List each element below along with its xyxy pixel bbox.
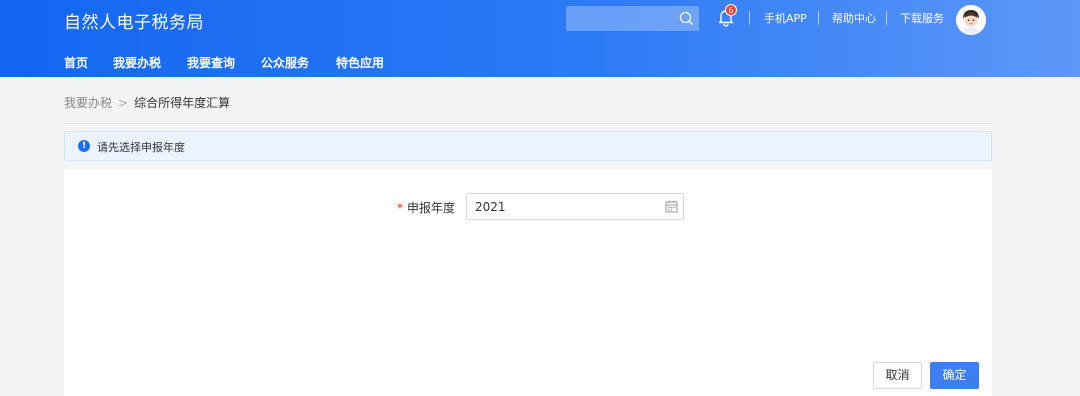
nav-featured-apps[interactable]: 特色应用 <box>336 54 384 71</box>
info-icon: ! <box>78 140 90 152</box>
nav-public-service[interactable]: 公众服务 <box>261 54 309 71</box>
confirm-button[interactable]: 确定 <box>930 362 979 389</box>
breadcrumb-current: 综合所得年度汇算 <box>134 96 231 110</box>
tax-year-picker[interactable]: 2021 <box>466 193 684 220</box>
notification-badge: 6 <box>725 4 737 16</box>
header-divider <box>749 11 750 25</box>
site-logo-title[interactable]: 自然人电子税务局 <box>64 8 204 33</box>
breadcrumb: 我要办税 > 综合所得年度汇算 <box>64 94 230 111</box>
notice-text: 请先选择申报年度 <box>97 141 185 154</box>
search-box[interactable] <box>566 6 699 31</box>
cancel-button[interactable]: 取消 <box>873 362 922 389</box>
tax-year-value: 2021 <box>475 200 506 214</box>
tax-year-label: * 申报年度 <box>397 199 455 216</box>
search-icon[interactable] <box>678 10 695 27</box>
info-notice: ! 请先选择申报年度 <box>64 131 992 161</box>
required-marker: * <box>397 201 403 215</box>
nav-home[interactable]: 首页 <box>64 54 88 71</box>
help-center-link[interactable]: 帮助中心 <box>832 10 876 26</box>
mobile-app-link[interactable]: 手机APP <box>764 10 807 26</box>
download-service-link[interactable]: 下载服务 <box>900 10 944 26</box>
breadcrumb-divider <box>64 123 992 124</box>
breadcrumb-parent-link[interactable]: 我要办税 <box>64 96 112 110</box>
top-header: 自然人电子税务局 6 手机APP 帮助中心 下载服务 首页 我要办税 我要查询 … <box>0 0 1080 77</box>
form-panel: * 申报年度 2021 取消 确定 <box>64 169 992 396</box>
avatar-icon <box>956 5 986 35</box>
header-divider <box>886 11 887 25</box>
tax-year-label-text: 申报年度 <box>407 201 456 215</box>
nav-query[interactable]: 我要查询 <box>187 54 235 71</box>
user-avatar[interactable] <box>956 5 986 35</box>
calendar-icon[interactable] <box>665 200 678 213</box>
breadcrumb-separator: > <box>118 96 129 110</box>
nav-tax-handling[interactable]: 我要办税 <box>113 54 161 71</box>
header-divider <box>818 11 819 25</box>
